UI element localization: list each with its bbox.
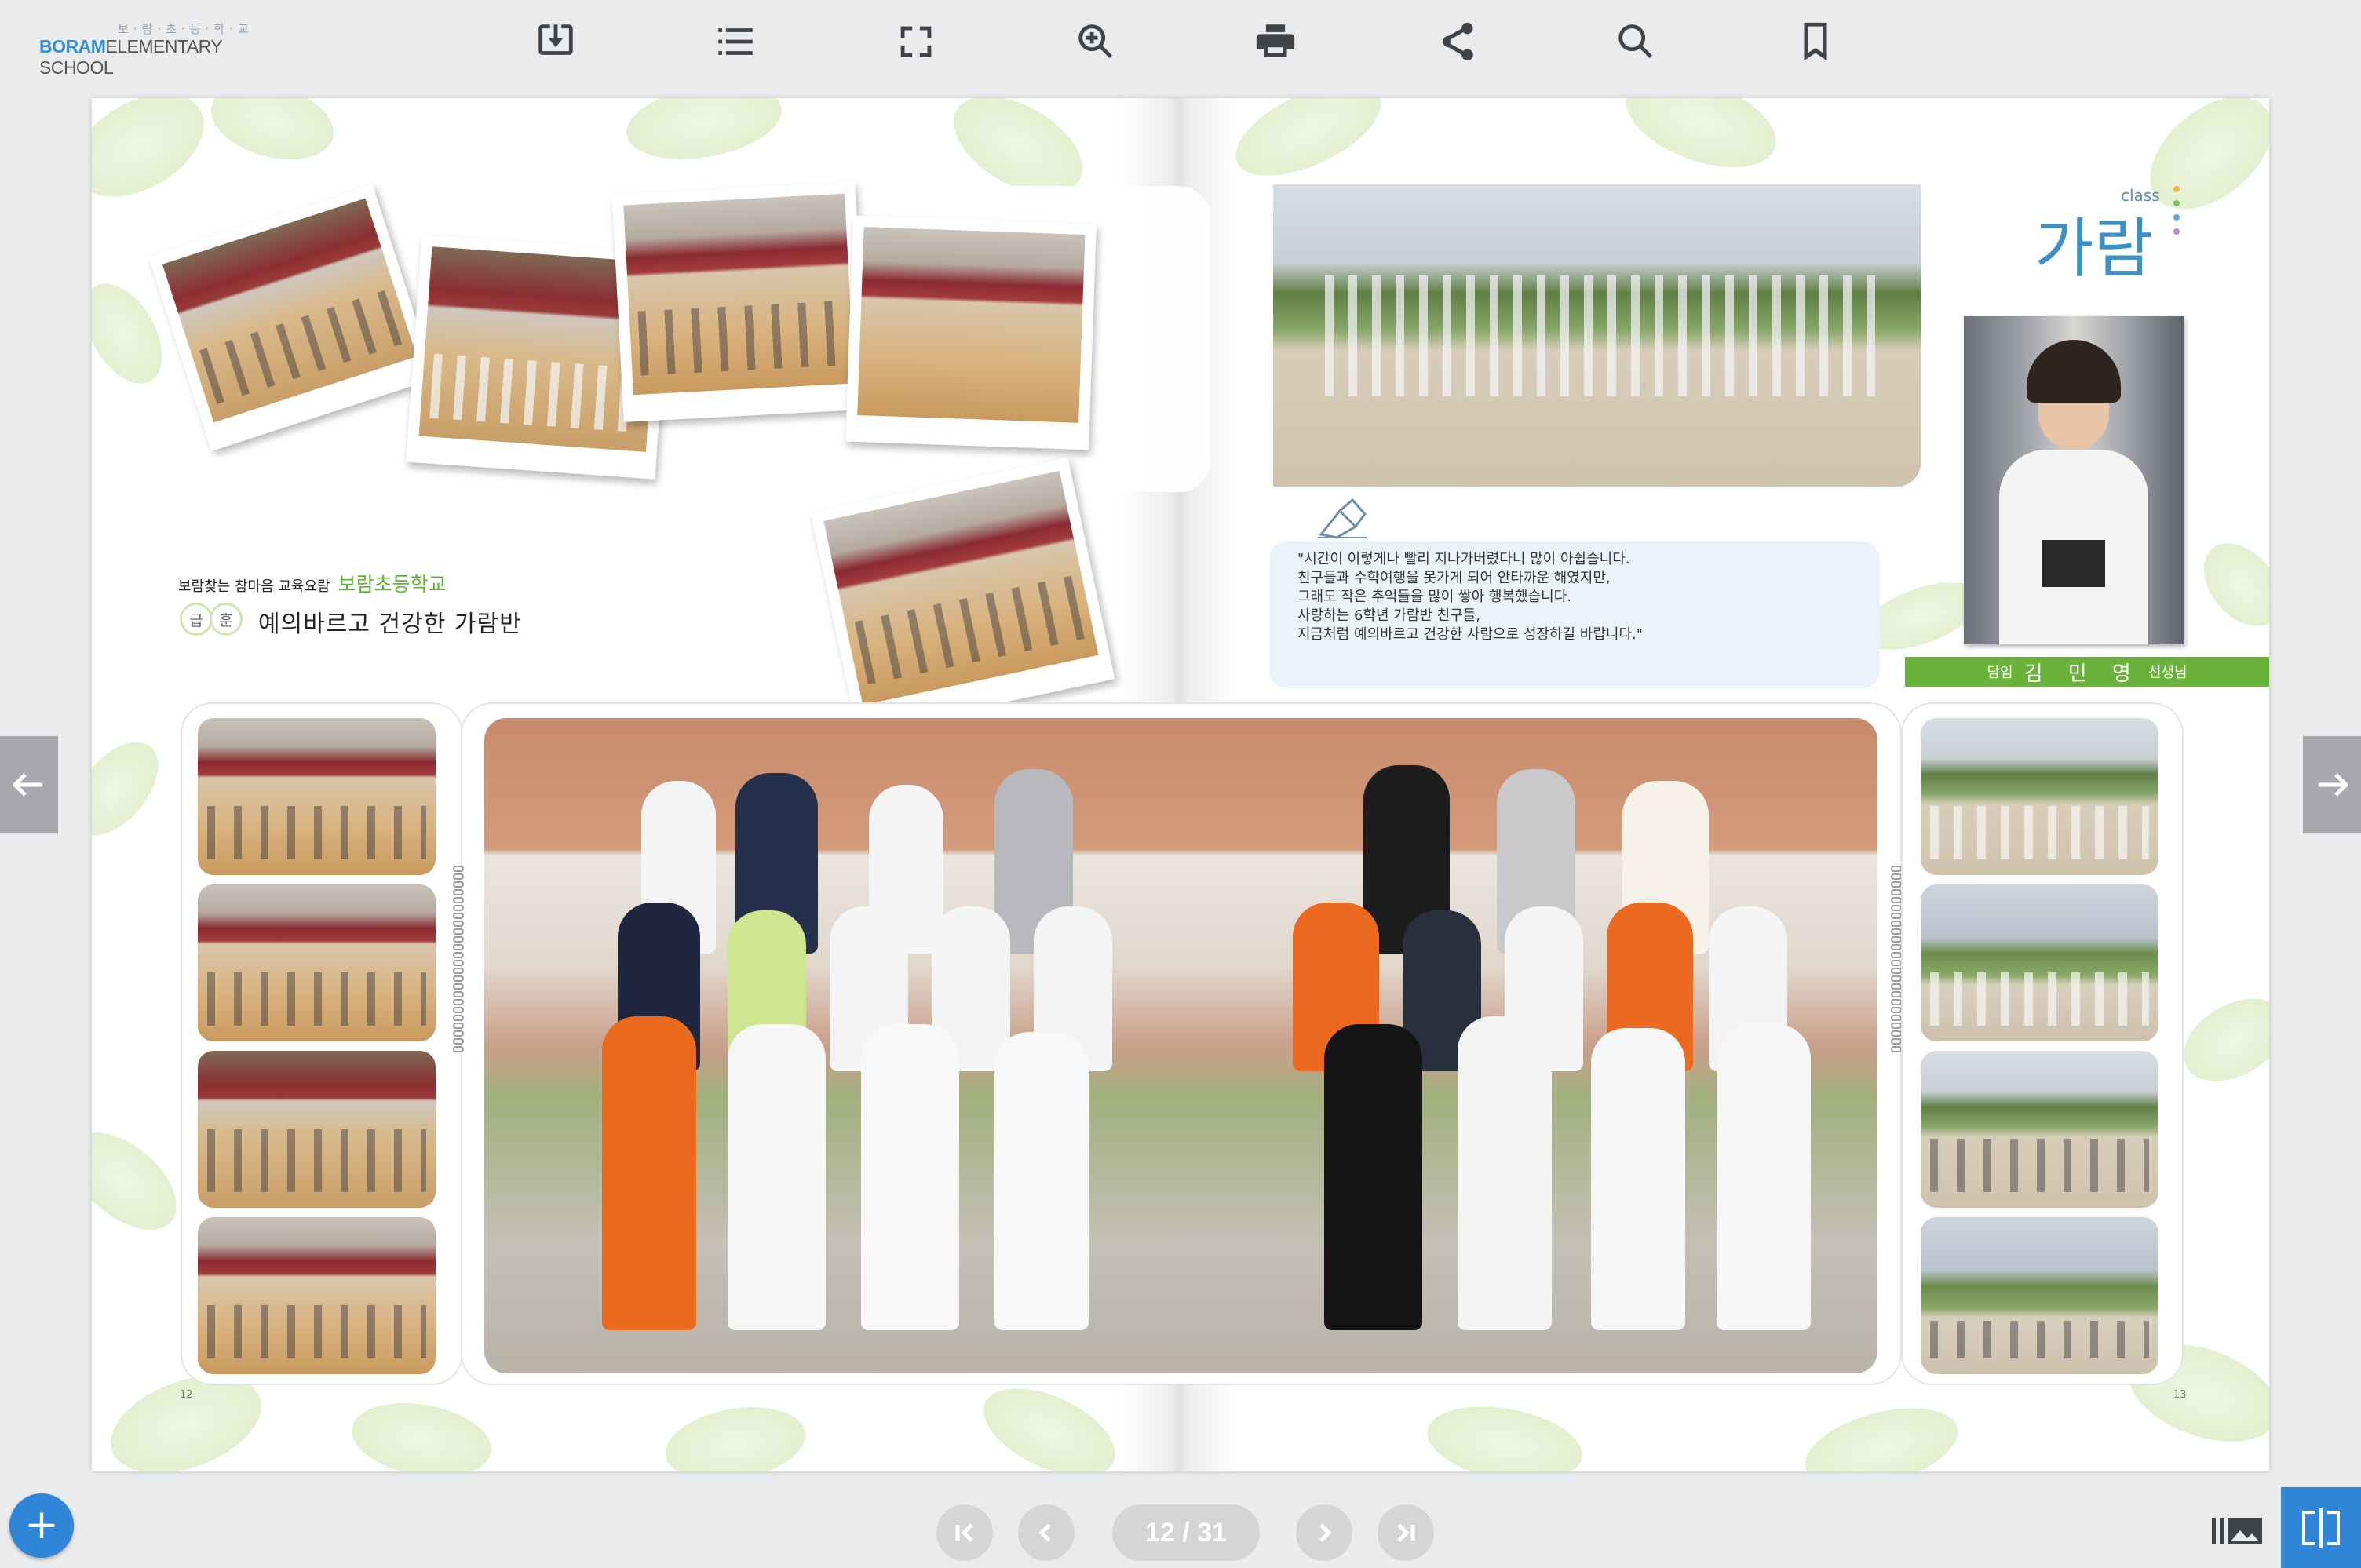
download-button[interactable] bbox=[528, 14, 583, 69]
arrow-right-icon bbox=[2319, 773, 2349, 797]
book-view-icon bbox=[2302, 1507, 2340, 1548]
share-button[interactable] bbox=[1429, 14, 1483, 69]
thumbnail-view-button[interactable] bbox=[2207, 1507, 2267, 1554]
teacher-name: 김 민 영 bbox=[2023, 662, 2140, 686]
left-column-photo-4 bbox=[198, 1217, 436, 1374]
school-subtitle: 보람찾는 참마음 교육요람 보람초등학교 bbox=[178, 569, 447, 597]
search-icon bbox=[1618, 24, 1653, 59]
previous-page-button[interactable] bbox=[1018, 1504, 1075, 1561]
right-spiral-binding bbox=[1891, 866, 1902, 1054]
school-logo[interactable]: 보·람·초·등·학·교 BORAMELEMENTARY SCHOOL bbox=[39, 20, 275, 78]
thumbnails-icon bbox=[2212, 1518, 2262, 1544]
class-group-photo bbox=[484, 718, 1877, 1373]
bookmark-icon bbox=[1804, 22, 1827, 61]
teacher-portrait-photo bbox=[1964, 316, 2184, 644]
logo-english-text: BORAMELEMENTARY SCHOOL bbox=[39, 36, 275, 78]
class-outdoor-photo bbox=[1273, 184, 1921, 487]
right-page-number: 13 bbox=[2173, 1389, 2187, 1401]
teacher-message-line-1: "시간이 이렇게나 빨리 지나가버렸다니 많이 아쉽습니다. bbox=[1297, 551, 1630, 567]
left-column-photo-3 bbox=[198, 1051, 436, 1208]
yearbook-spread[interactable]: 보람찾는 참마음 교육요람 보람초등학교 급 훈 예의바르고 건강한 가람반 "시… bbox=[92, 98, 2269, 1471]
right-column-photo-1 bbox=[1921, 718, 2158, 875]
subtitle-prefix: 보람찾는 참마음 교육요람 bbox=[178, 578, 330, 595]
teacher-suffix: 선생님 bbox=[2148, 665, 2188, 681]
class-motto-badge-1: 급 bbox=[180, 603, 213, 636]
plus-icon: + bbox=[24, 1501, 59, 1548]
school-name: 보람초등학교 bbox=[338, 573, 447, 596]
last-page-button[interactable] bbox=[1378, 1504, 1434, 1561]
fullscreen-icon bbox=[900, 26, 932, 57]
zoom-in-button[interactable] bbox=[1068, 14, 1123, 69]
teacher-name-bar: 담임 김 민 영 선생님 bbox=[1905, 657, 2269, 687]
add-button[interactable]: + bbox=[9, 1493, 74, 1558]
print-icon bbox=[1256, 24, 1295, 57]
pencil-icon bbox=[1318, 498, 1367, 539]
teacher-message-line-3: 그래도 작은 추억들을 많이 쌓아 행복했습니다. bbox=[1297, 589, 1571, 605]
logo-brand: BORAM bbox=[39, 36, 106, 57]
teacher-message-line-4: 사랑하는 6학년 가람반 친구들, bbox=[1297, 607, 1481, 624]
first-page-button[interactable] bbox=[936, 1504, 993, 1561]
decorative-dots bbox=[2173, 186, 2180, 242]
teacher-message-line-5: 지금처럼 예의바르고 건강한 사람으로 성장하길 바랍니다." bbox=[1297, 626, 1644, 643]
chevron-left-icon bbox=[1038, 1523, 1051, 1542]
table-of-contents-icon bbox=[718, 28, 753, 55]
gym-photo-3 bbox=[611, 182, 867, 422]
right-column-photo-4 bbox=[1921, 1217, 2158, 1374]
fullscreen-button[interactable] bbox=[889, 14, 943, 69]
class-motto-badge-2: 훈 bbox=[210, 603, 243, 636]
search-button[interactable] bbox=[1608, 14, 1663, 69]
chevron-right-icon bbox=[1319, 1523, 1332, 1542]
class-motto: 예의바르고 건강한 가람반 bbox=[258, 611, 522, 638]
print-button[interactable] bbox=[1248, 14, 1303, 69]
right-column-photo-3 bbox=[1921, 1051, 2158, 1208]
last-page-icon bbox=[1397, 1523, 1415, 1542]
page-view-toggle-button[interactable] bbox=[2281, 1487, 2361, 1568]
table-of-contents-button[interactable] bbox=[708, 14, 763, 69]
left-column-photo-1 bbox=[198, 718, 436, 875]
next-page-side-button[interactable] bbox=[2303, 736, 2361, 833]
zoom-in-icon bbox=[1078, 24, 1113, 59]
arrow-left-icon bbox=[12, 773, 42, 797]
class-name: 가람 bbox=[2034, 212, 2153, 286]
teacher-role: 담임 bbox=[1987, 665, 2013, 681]
right-column-photo-2 bbox=[1921, 884, 2158, 1041]
left-column-photo-2 bbox=[198, 884, 436, 1041]
share-icon bbox=[1443, 22, 1473, 61]
first-page-icon bbox=[955, 1523, 973, 1542]
page-indicator[interactable]: 12 / 31 bbox=[1112, 1504, 1260, 1561]
bookmark-button[interactable] bbox=[1788, 14, 1843, 69]
next-page-button[interactable] bbox=[1296, 1504, 1352, 1561]
left-page-number: 12 bbox=[180, 1389, 193, 1401]
previous-page-side-button[interactable] bbox=[0, 736, 58, 833]
gym-photo-4 bbox=[845, 215, 1097, 450]
teacher-message-line-2: 친구들과 수학여행을 못가게 되어 안타까운 해였지만, bbox=[1297, 570, 1611, 586]
logo-korean-text: 보·람·초·등·학·교 bbox=[118, 22, 254, 36]
left-spiral-binding bbox=[453, 866, 464, 1054]
download-icon bbox=[538, 24, 573, 55]
